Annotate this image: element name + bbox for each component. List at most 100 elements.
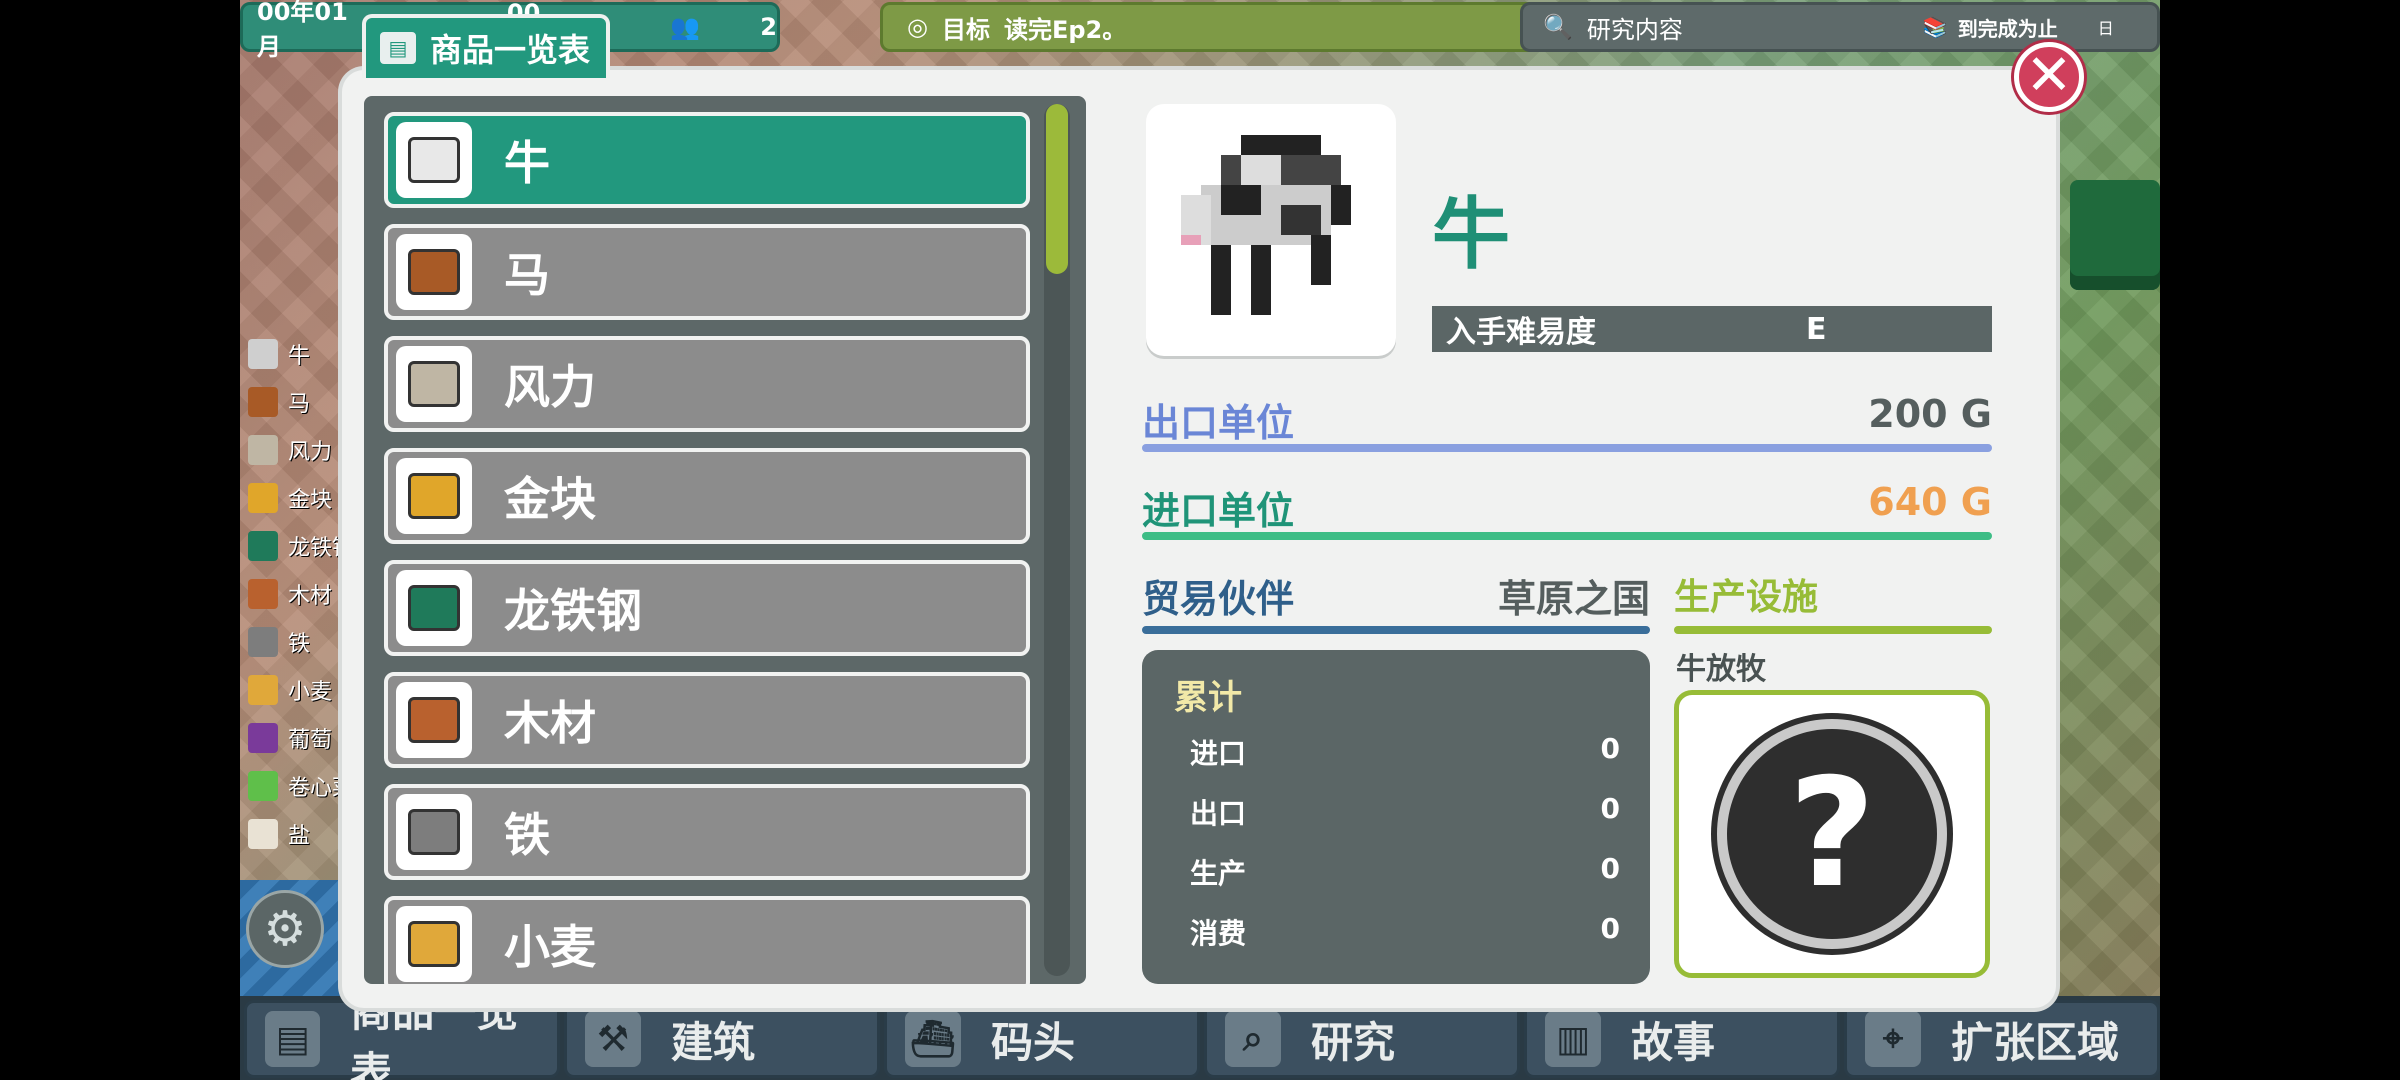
- export-value: 200 G: [1868, 392, 1992, 436]
- goods-list-item-label: 风力: [504, 360, 596, 414]
- side-list-item-label: 金块: [288, 488, 333, 513]
- goods-list-item-label: 马: [504, 248, 550, 302]
- ship-icon: ⛴: [905, 1011, 961, 1067]
- nav-button[interactable]: ⚒ 建筑: [564, 1000, 880, 1078]
- side-list-item-label: 小麦: [288, 680, 333, 705]
- cow-icon: [1181, 135, 1351, 315]
- summary-row-label: 生产: [1190, 857, 1247, 890]
- dragon-steel-icon: [396, 570, 472, 646]
- side-list-item-icon: [248, 819, 278, 849]
- bottom-nav: ▤ 商品一览表 ⚒ 建筑 ⛴ 码头 ⌕ 研究 ▥ 故事 ⌖ 扩张区域: [240, 987, 2160, 1080]
- goods-list-item-label: 牛: [504, 136, 550, 190]
- goods-list-item[interactable]: 铁: [384, 784, 1030, 880]
- side-list-item-icon: [248, 675, 278, 705]
- nav-button-label: 故事: [1631, 1017, 1716, 1067]
- partner-value: 草原之国: [1497, 577, 1650, 621]
- side-list-item-label: 盐: [288, 824, 311, 849]
- nav-button[interactable]: ⛴ 码头: [884, 1000, 1200, 1078]
- side-list-item-icon: [248, 723, 278, 753]
- tree-cluster: [2070, 180, 2160, 290]
- facility-card[interactable]: ?: [1674, 690, 1990, 978]
- side-list-item-icon: [248, 483, 278, 513]
- tools-icon: ⚒: [585, 1011, 641, 1067]
- summary-row: 生产 0: [1190, 852, 1620, 892]
- side-list-item-icon: [248, 579, 278, 609]
- summary-row-value: 0: [1600, 732, 1620, 765]
- modal-tab-goods[interactable]: ▤ 商品一览表: [362, 14, 610, 78]
- nav-button-label: 扩张区域: [1951, 1017, 2120, 1067]
- book-icon: ▥: [1545, 1011, 1601, 1067]
- summary-row-label: 出口: [1190, 797, 1247, 830]
- compass-icon: ◎: [907, 13, 928, 41]
- summary-row-value: 0: [1600, 912, 1620, 945]
- summary-row: 进口 0: [1190, 732, 1620, 772]
- horse-icon: [396, 234, 472, 310]
- partner-bar: [1142, 626, 1650, 634]
- facility-name: 牛放牧: [1676, 652, 1766, 687]
- nav-button[interactable]: ▤ 商品一览表: [244, 987, 560, 1080]
- goods-list-item-label: 铁: [504, 808, 550, 862]
- books-icon: 📚: [1922, 15, 1948, 39]
- chest-icon: ▤: [265, 1011, 321, 1067]
- goods-list-item[interactable]: 龙铁钢: [384, 560, 1030, 656]
- export-label: 出口单位: [1142, 401, 1295, 445]
- side-list-item-label: 木材: [288, 584, 333, 609]
- difficulty-value: E: [1806, 311, 1827, 347]
- date-text: 00年01月: [257, 0, 348, 61]
- difficulty-label: 入手难易度: [1446, 315, 1596, 350]
- goods-list-panel[interactable]: 牛马风力金块龙铁钢木材铁小麦: [364, 96, 1086, 984]
- list-scroll-thumb[interactable]: [1046, 104, 1068, 274]
- nav-button[interactable]: ⌕ 研究: [1204, 1000, 1520, 1078]
- close-button[interactable]: ✕: [2014, 42, 2084, 112]
- gear-icon[interactable]: ⚙: [246, 890, 324, 968]
- people-count: 2: [760, 13, 777, 41]
- research-status: 到完成为止: [1957, 16, 2058, 41]
- summary-row-value: 0: [1600, 852, 1620, 885]
- goods-list-item[interactable]: 马: [384, 224, 1030, 320]
- search-icon: 🔍: [1543, 13, 1573, 41]
- summary-row: 出口 0: [1190, 792, 1620, 832]
- research-days-unit: 日: [2097, 19, 2114, 38]
- facility-bar: [1674, 626, 1992, 634]
- goods-list-item-label: 小麦: [504, 920, 596, 974]
- side-list-item-label: 风力: [288, 440, 333, 465]
- goods-name: 牛: [1432, 190, 1511, 280]
- goods-list-item[interactable]: 风力: [384, 336, 1030, 432]
- summary-row-label: 进口: [1190, 737, 1247, 770]
- goods-portrait: [1146, 104, 1396, 356]
- iron-icon: [396, 794, 472, 870]
- map-icon: ⌖: [1865, 1011, 1921, 1067]
- goods-list-item-label: 木材: [504, 696, 596, 750]
- goods-list-item-label: 金块: [504, 472, 596, 526]
- windmill-icon: [396, 346, 472, 422]
- import-value: 640 G: [1868, 480, 1992, 524]
- side-list-item-icon: [248, 387, 278, 417]
- side-list-item-label: 葡萄: [288, 728, 333, 753]
- export-bar: [1142, 444, 1992, 452]
- goods-list-item[interactable]: 木材: [384, 672, 1030, 768]
- goods-list-item[interactable]: 小麦: [384, 896, 1030, 984]
- partner-label: 贸易伙伴: [1142, 577, 1295, 621]
- nav-button-label: 码头: [991, 1017, 1076, 1067]
- side-list-item-icon: [248, 435, 278, 465]
- side-list-item-icon: [248, 339, 278, 369]
- side-list-item-label: 铁: [288, 632, 311, 657]
- goods-list-item[interactable]: 金块: [384, 448, 1030, 544]
- goods-list-item[interactable]: 牛: [384, 112, 1030, 208]
- side-list-item-label: 牛: [288, 344, 311, 369]
- modal-tab-title: 商品一览表: [430, 31, 591, 69]
- list-scrollbar[interactable]: [1044, 104, 1070, 976]
- nav-button[interactable]: ⌖ 扩张区域: [1844, 1000, 2160, 1078]
- goods-list-item-label: 龙铁钢: [504, 584, 642, 638]
- nav-button[interactable]: ▥ 故事: [1524, 1000, 1840, 1078]
- import-bar: [1142, 532, 1992, 540]
- question-icon: ?: [1717, 719, 1947, 949]
- summary-row: 消费 0: [1190, 912, 1620, 952]
- nav-button-label: 研究: [1311, 1017, 1396, 1067]
- summary-row-label: 消费: [1190, 917, 1247, 950]
- people-icon: 👥: [670, 13, 701, 41]
- difficulty-bar: 入手难易度 E: [1432, 306, 1992, 352]
- lumber-icon: [396, 682, 472, 758]
- gold-ingot-icon: [396, 458, 472, 534]
- side-list-item-icon: [248, 531, 278, 561]
